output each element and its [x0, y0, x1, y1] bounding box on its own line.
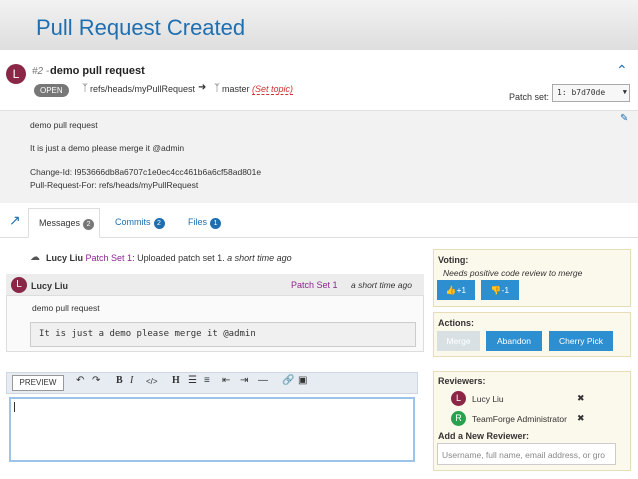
pr-number: #2 - — [32, 66, 50, 77]
tab-files[interactable]: Files 1 — [188, 208, 222, 238]
reviewer-avatar: L — [451, 391, 466, 406]
branch-icon: ᛉ — [214, 83, 220, 94]
tab-label: Messages — [39, 218, 81, 228]
target-branch: master — [222, 84, 250, 94]
description-line: demo pull request — [30, 120, 98, 130]
slide-title: Pull Request Created — [36, 15, 246, 40]
message-author-avatar: L — [11, 277, 27, 293]
indent-icon[interactable]: ⇥ — [240, 375, 248, 386]
external-link-icon[interactable]: ↗ — [9, 212, 21, 229]
reviewers-title: Reviewers: — [438, 376, 486, 386]
message-time: a short time ago — [351, 280, 412, 290]
tab-messages[interactable]: Messages 2 — [28, 208, 100, 238]
pr-title: demo pull request — [50, 65, 145, 77]
thumbs-down-icon: 👎 — [490, 285, 502, 295]
vote-plus-label: +1 — [456, 285, 467, 295]
reviewer-name: TeamForge Administrator — [472, 414, 567, 424]
image-icon[interactable]: ▣ — [298, 375, 307, 386]
editor-toolbar — [6, 372, 418, 394]
set-topic-link[interactable]: (Set topic) — [252, 84, 294, 95]
cloud-upload-icon: ☁ — [30, 252, 40, 263]
tab-count-badge: 2 — [153, 218, 165, 229]
remove-reviewer-icon[interactable]: ✖ — [577, 393, 585, 404]
vote-plus-one-button[interactable]: 👍+1 — [437, 280, 475, 300]
numbered-list-icon[interactable]: ≡ — [204, 375, 210, 386]
source-branch: refs/heads/myPullRequest — [90, 84, 196, 94]
add-reviewer-input[interactable]: Username, full name, email address, or g… — [437, 443, 616, 465]
cherry-pick-button[interactable]: Cherry Pick — [549, 331, 613, 351]
patch-set-value: 1: b7d70de — [557, 88, 606, 97]
text-caret — [14, 402, 15, 412]
bold-icon[interactable]: B — [116, 375, 123, 386]
tab-label: Commits — [115, 217, 151, 227]
dropdown-arrow-icon: ▼ — [622, 88, 627, 96]
description-line: Change-Id: I953666db8a6707c1e0ec4cc461b6… — [30, 167, 262, 177]
undo-icon[interactable]: ↶ — [76, 375, 84, 386]
horizontal-rule-icon[interactable]: — — [258, 375, 268, 386]
activity-entry: Lucy Liu Patch Set 1: Uploaded patch set… — [46, 253, 292, 263]
activity-patch-set-link[interactable]: Patch Set 1 — [86, 253, 133, 263]
author-avatar: L — [6, 64, 26, 84]
heading-icon[interactable]: H — [172, 375, 180, 386]
patch-set-select[interactable]: 1: b7d70de ▼ — [552, 84, 630, 102]
tab-count-badge: 2 — [83, 219, 95, 230]
reviewer-avatar: R — [451, 411, 466, 426]
tab-label: Files — [188, 217, 208, 227]
message-body: It is just a demo please merge it @admin — [30, 322, 416, 347]
add-reviewer-title: Add a New Reviewer: — [438, 431, 530, 441]
remove-reviewer-icon[interactable]: ✖ — [577, 413, 585, 424]
comment-textarea[interactable] — [9, 397, 415, 462]
actions-title: Actions: — [438, 318, 474, 328]
edit-pencil-icon[interactable]: ✎ — [620, 113, 628, 124]
vote-minus-label: -1 — [501, 285, 510, 295]
tab-count-badge: 1 — [210, 218, 222, 229]
message-author: Lucy Liu — [31, 281, 69, 291]
collapse-chevron-up-icon[interactable]: ⌃ — [616, 62, 628, 79]
voting-title: Voting: — [438, 255, 469, 265]
thumbs-up-icon: 👍 — [445, 285, 457, 295]
description-line: Pull-Request-For: refs/heads/myPullReque… — [30, 180, 199, 190]
merge-button[interactable]: Merge — [437, 331, 480, 351]
preview-button[interactable]: PREVIEW — [12, 375, 64, 391]
redo-icon[interactable]: ↷ — [92, 375, 100, 386]
vote-minus-one-button[interactable]: 👎-1 — [481, 280, 519, 300]
italic-icon[interactable]: I — [130, 375, 133, 386]
link-icon[interactable]: 🔗 — [282, 375, 294, 386]
outdent-icon[interactable]: ⇤ — [222, 375, 230, 386]
description-line: It is just a demo please merge it @admin — [30, 143, 185, 153]
message-title: demo pull request — [32, 303, 100, 313]
patch-set-label: Patch set: — [509, 92, 550, 102]
activity-time: a short time ago — [227, 253, 292, 263]
arrow-right-icon: ➜ — [198, 82, 207, 93]
abandon-button[interactable]: Abandon — [486, 331, 542, 351]
reviewer-name: Lucy Liu — [472, 394, 504, 404]
tab-commits[interactable]: Commits 2 — [115, 208, 165, 238]
code-icon[interactable]: </> — [146, 377, 158, 386]
message-patch-set-link[interactable]: Patch Set 1 — [291, 280, 338, 290]
status-badge: OPEN — [34, 84, 69, 97]
activity-text: : Uploaded patch set 1. — [132, 253, 225, 263]
voting-note: Needs positive code review to merge — [443, 268, 583, 278]
activity-author: Lucy Liu — [46, 253, 84, 263]
bullet-list-icon[interactable]: ☰ — [188, 375, 197, 386]
branch-icon: ᛉ — [82, 83, 88, 94]
